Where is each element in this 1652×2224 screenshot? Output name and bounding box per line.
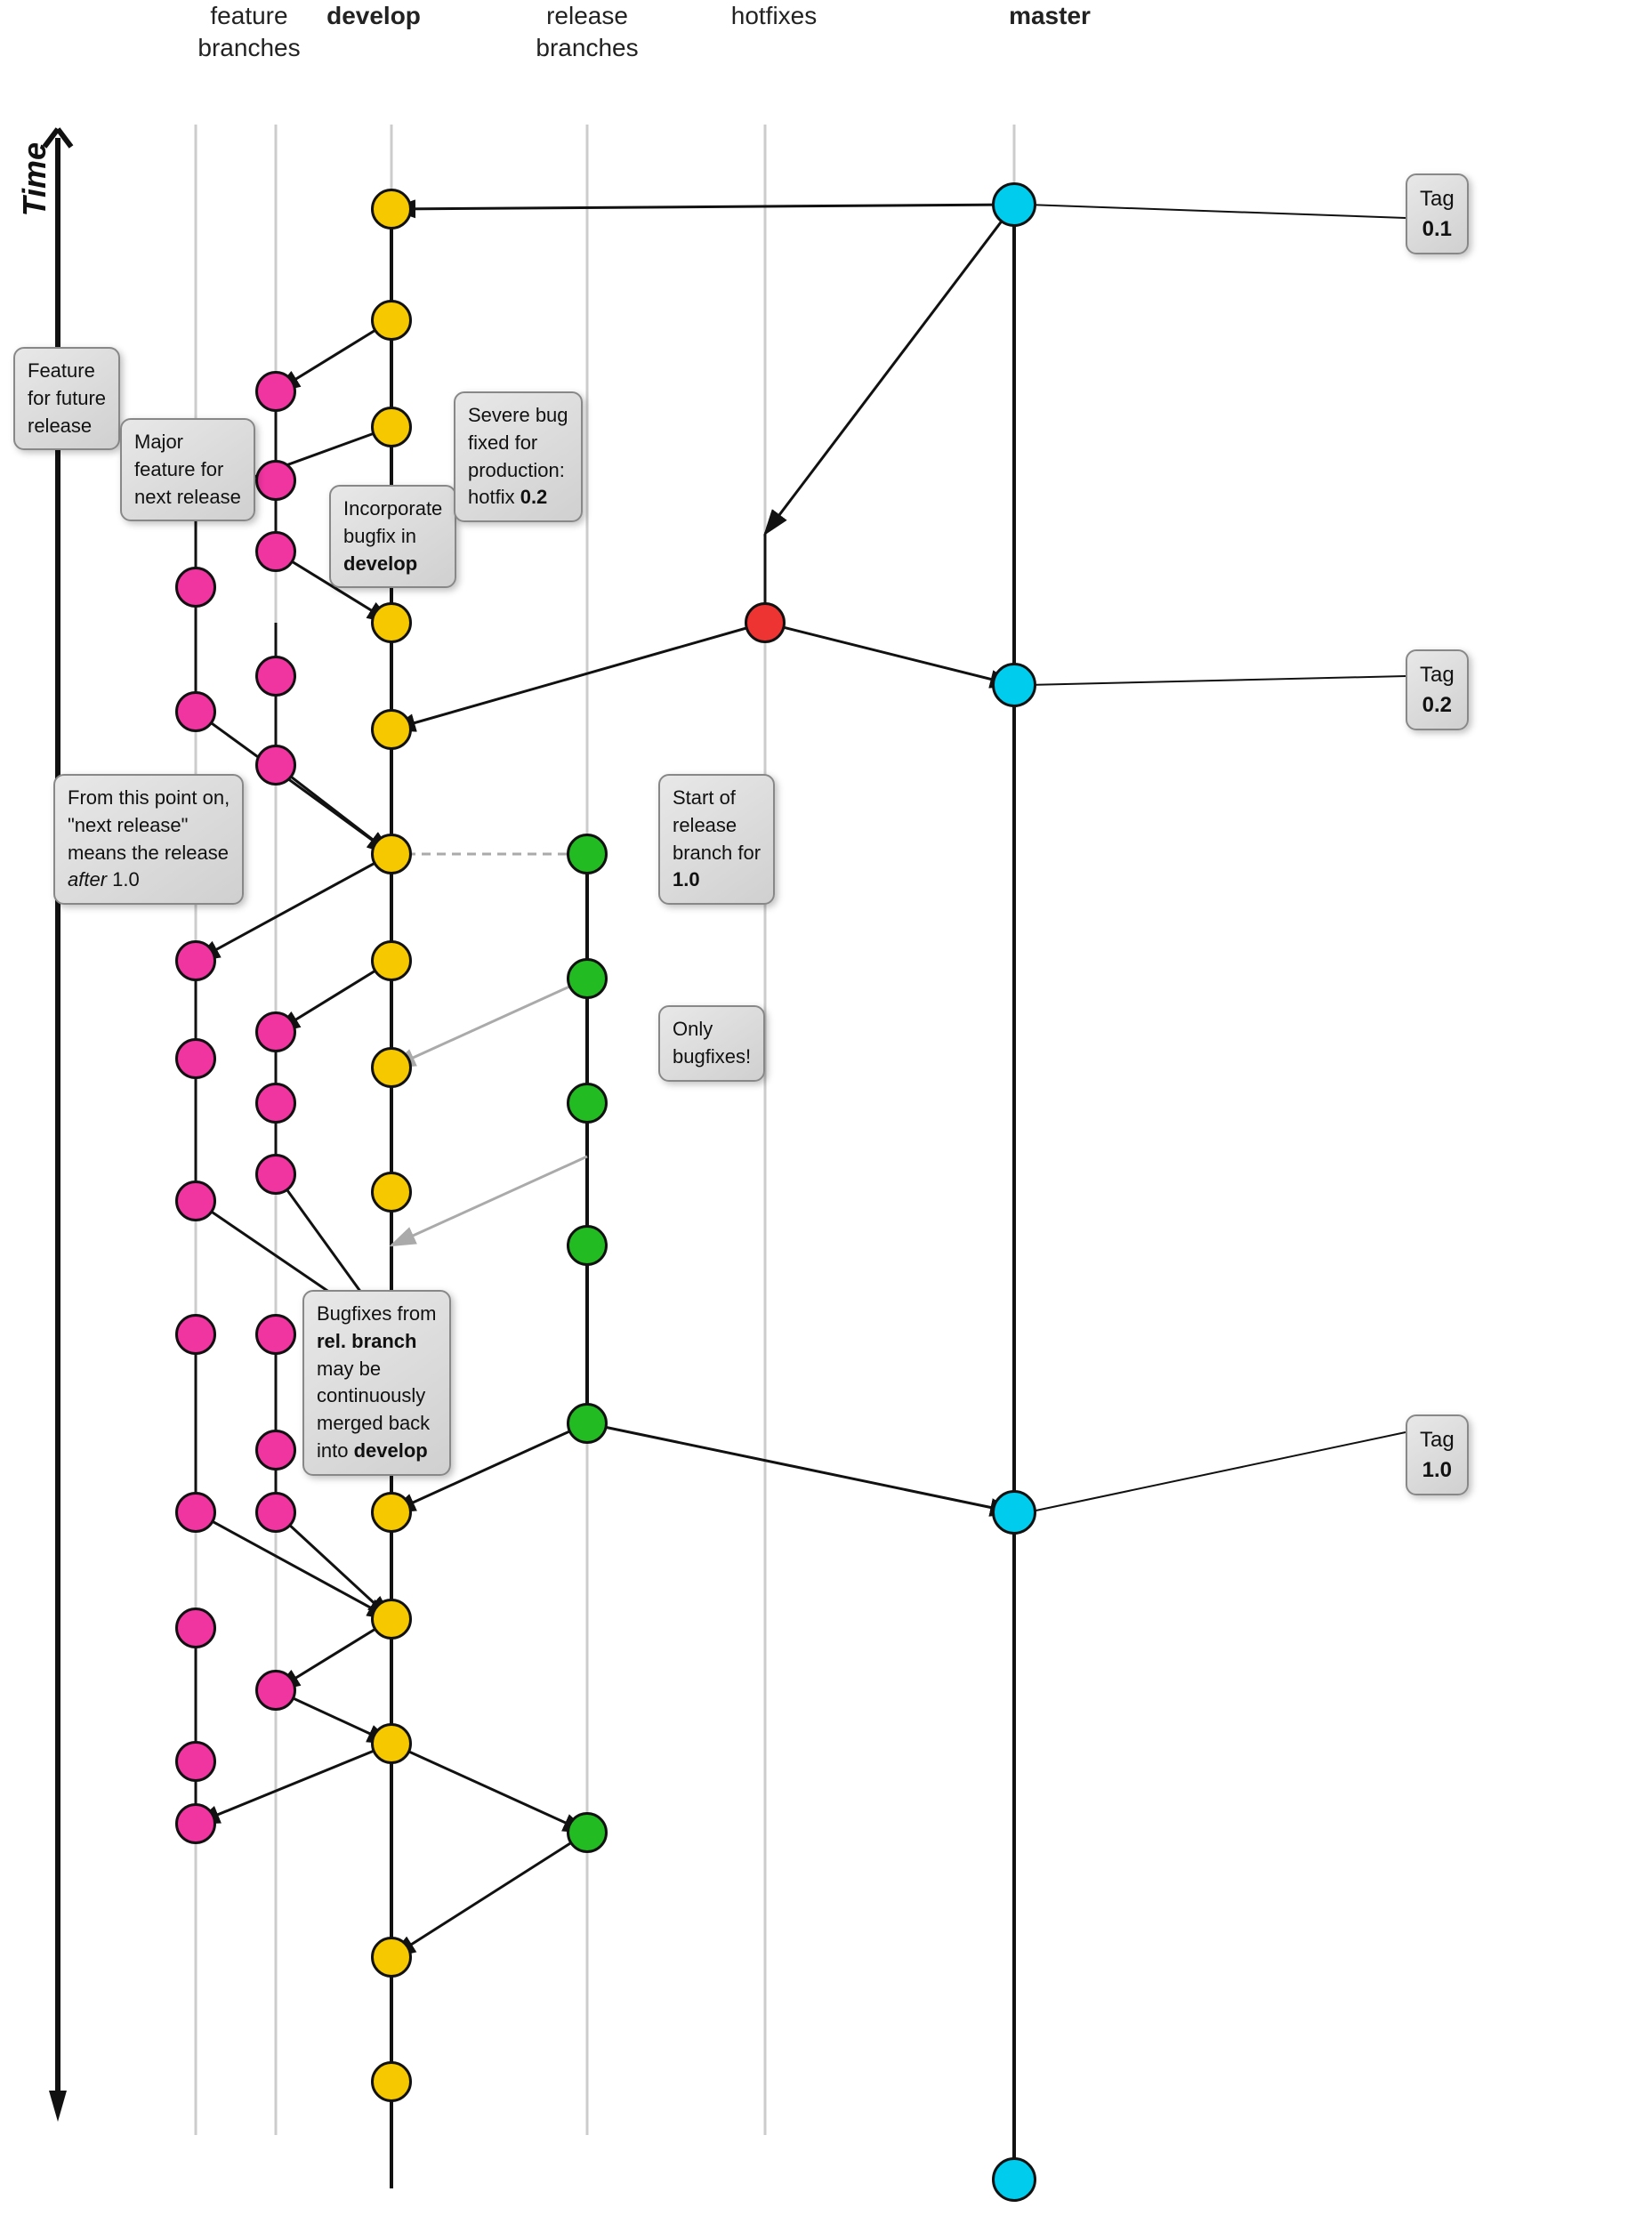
feature2-node-4 — [255, 656, 296, 697]
feature2-node-10 — [255, 1430, 296, 1471]
callout-from-this-point: From this point on,"next release"means t… — [53, 774, 244, 905]
release-node-6 — [567, 1812, 608, 1853]
feature1-node-8 — [175, 1492, 216, 1533]
release-node-2 — [567, 958, 608, 999]
master-node-3 — [992, 1490, 1036, 1535]
feature1-node-4 — [175, 940, 216, 981]
feature2-node-5 — [255, 745, 296, 786]
develop-node-5 — [371, 602, 412, 643]
develop-node-7 — [371, 834, 412, 874]
develop-node-10 — [371, 1172, 412, 1213]
feature1-node-2 — [175, 567, 216, 608]
callout-tag-10: Tag1.0 — [1406, 1414, 1469, 1495]
callout-bugfixes-rel-branch: Bugfixes fromrel. branchmay becontinuous… — [302, 1290, 451, 1476]
feature1-node-7 — [175, 1314, 216, 1355]
develop-node-6 — [371, 709, 412, 750]
develop-node-2 — [371, 300, 412, 341]
feature2-node-9 — [255, 1314, 296, 1355]
develop-node-16 — [371, 2061, 412, 2102]
callout-start-release-branch: Start ofreleasebranch for1.0 — [658, 774, 775, 905]
master-node-4 — [992, 2157, 1036, 2202]
callout-tag-02: Tag0.2 — [1406, 649, 1469, 730]
diagram-svg — [0, 0, 1652, 2224]
feature1-node-10 — [175, 1741, 216, 1782]
feature2-node-8 — [255, 1154, 296, 1195]
feature2-node-3 — [255, 531, 296, 572]
feature1-node-11 — [175, 1803, 216, 1844]
master-node-2 — [992, 663, 1036, 707]
callout-tag-01: Tag0.1 — [1406, 173, 1469, 254]
release-node-3 — [567, 1083, 608, 1124]
feature1-node-5 — [175, 1038, 216, 1079]
feature1-node-6 — [175, 1180, 216, 1221]
hotfix-node-1 — [745, 602, 786, 643]
callout-feature-future: Featurefor futurerelease — [13, 347, 120, 450]
release-node-4 — [567, 1225, 608, 1266]
feature2-node-7 — [255, 1083, 296, 1124]
develop-node-13 — [371, 1599, 412, 1640]
feature1-node-3 — [175, 691, 216, 732]
release-node-1 — [567, 834, 608, 874]
develop-node-14 — [371, 1723, 412, 1764]
develop-node-8 — [371, 940, 412, 981]
feature2-node-12 — [255, 1670, 296, 1711]
feature1-node-9 — [175, 1608, 216, 1648]
callout-incorporate-bugfix: Incorporatebugfix indevelop — [329, 485, 456, 588]
develop-node-12 — [371, 1492, 412, 1533]
release-node-5 — [567, 1403, 608, 1444]
develop-node-1 — [371, 189, 412, 230]
feature2-node-11 — [255, 1492, 296, 1533]
diagram-container: featurebranches develop releasebranches … — [0, 0, 1652, 2224]
callout-severe-bug: Severe bugfixed forproduction:hotfix 0.2 — [454, 391, 583, 522]
master-node-1 — [992, 182, 1036, 227]
develop-node-3 — [371, 407, 412, 447]
callout-only-bugfixes: Onlybugfixes! — [658, 1005, 765, 1082]
develop-node-15 — [371, 1937, 412, 1978]
feature2-node-2 — [255, 460, 296, 501]
callout-major-feature: Majorfeature fornext release — [120, 418, 255, 521]
develop-node-9 — [371, 1047, 412, 1088]
feature2-node-6 — [255, 1011, 296, 1052]
feature2-node-1 — [255, 371, 296, 412]
